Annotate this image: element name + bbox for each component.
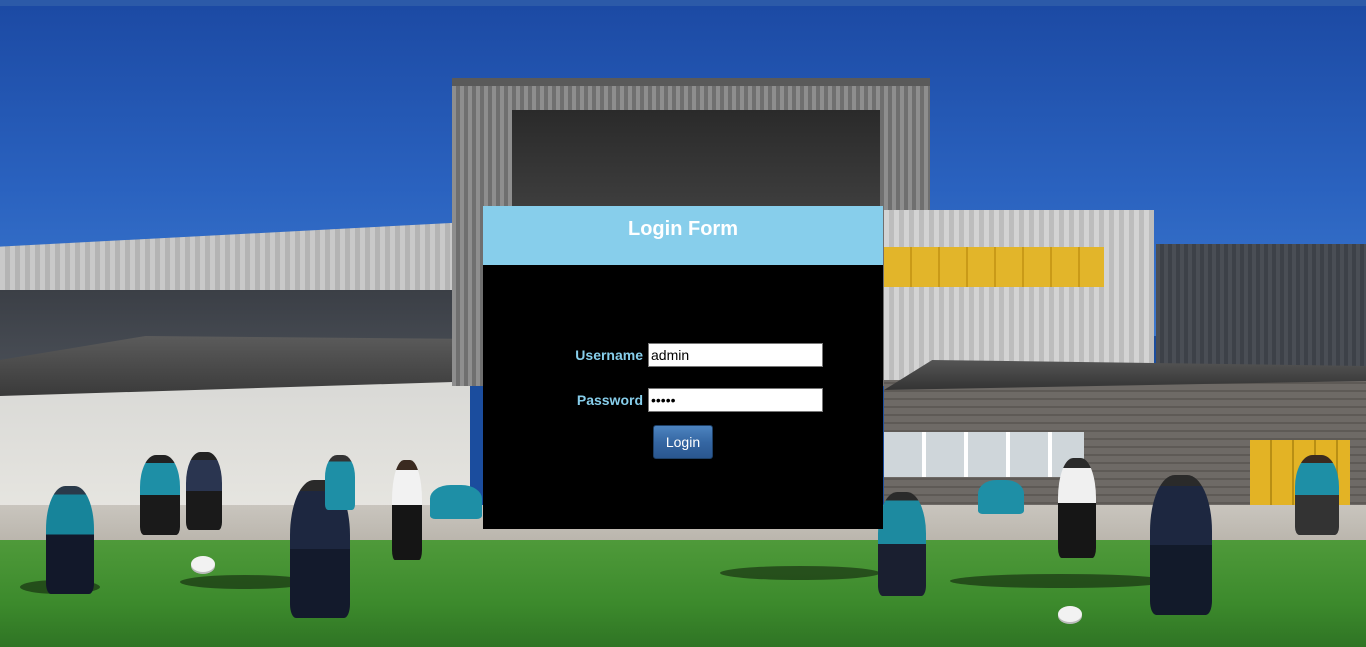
- login-title: Login Form: [628, 218, 738, 240]
- username-input[interactable]: [648, 343, 823, 367]
- student-figure: [1295, 455, 1339, 535]
- password-label: Password: [576, 392, 643, 408]
- username-row: Username: [483, 343, 883, 367]
- student-figure: [186, 452, 222, 530]
- password-row: Password: [483, 388, 883, 412]
- school-building-yellow-panel: [884, 247, 1104, 287]
- school-building-right-dark: [1156, 244, 1366, 374]
- student-figure: [46, 486, 94, 594]
- student-figure: [1058, 458, 1096, 558]
- student-figure: [325, 455, 355, 510]
- student-figure: [878, 492, 926, 596]
- student-figure: [140, 455, 180, 535]
- student-figure: [392, 460, 422, 560]
- student-figure: [978, 480, 1024, 514]
- login-header: Login Form: [483, 206, 883, 265]
- login-panel: Login Form Username Password Login: [483, 206, 883, 529]
- username-label: Username: [575, 347, 643, 363]
- student-figure: [430, 485, 482, 519]
- student-figure: [1150, 475, 1212, 615]
- soccer-ball: [1058, 606, 1082, 622]
- login-button[interactable]: Login: [653, 425, 713, 459]
- soccer-ball: [191, 556, 215, 572]
- person-shadow: [950, 574, 1170, 588]
- password-input[interactable]: [648, 388, 823, 412]
- person-shadow: [720, 566, 880, 580]
- school-building-tower-opening: [512, 110, 880, 210]
- school-building-windows: [884, 432, 1084, 477]
